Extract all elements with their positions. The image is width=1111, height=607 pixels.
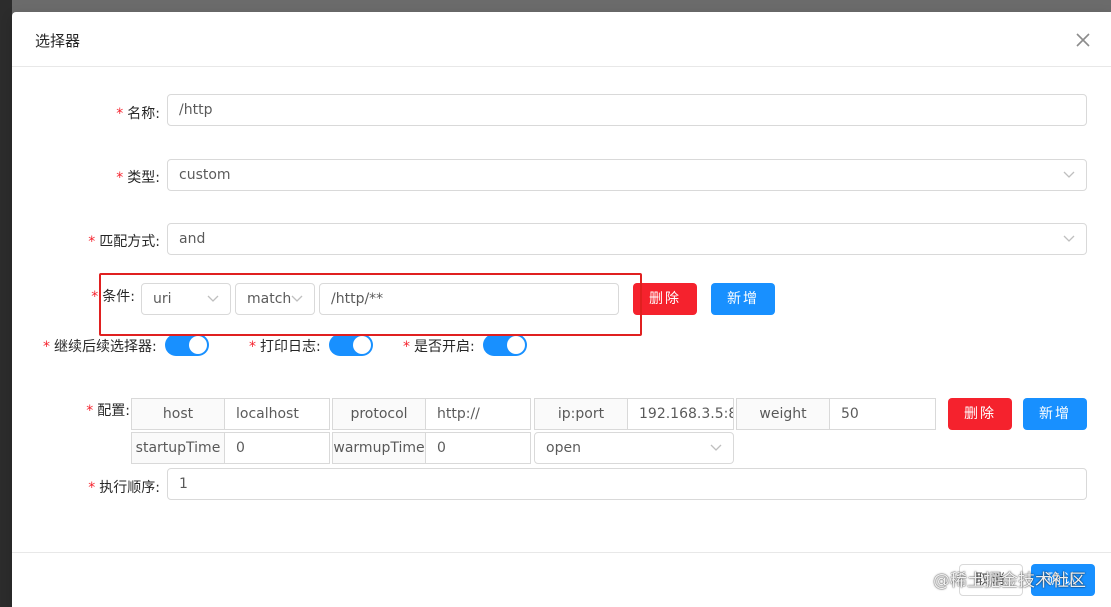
ipport-field[interactable]: ip:port 192.168.3.5:8 xyxy=(534,398,734,430)
selector-modal: 选择器 * 名称: /http * 类型: custom * 匹配方式: and * 条… xyxy=(12,12,1111,607)
status-select[interactable]: open xyxy=(534,432,734,464)
background-sidebar xyxy=(0,0,12,607)
watermark: @稀土掘金技术社区 xyxy=(933,571,1086,591)
warmup-time-value: 0 xyxy=(437,440,446,456)
config-delete-button[interactable]: 删除 xyxy=(948,398,1012,430)
log-label: * 打印日志: xyxy=(249,339,321,355)
sort-input[interactable]: 1 xyxy=(167,468,1087,500)
log-switch[interactable] xyxy=(329,334,373,356)
switch-knob xyxy=(353,336,371,354)
enabled-switch[interactable] xyxy=(483,334,527,356)
protocol-addon: protocol xyxy=(333,399,426,429)
highlight-box xyxy=(99,273,642,336)
ipport-value: 192.168.3.5:8 xyxy=(639,406,734,422)
startup-time-field[interactable]: startupTime 0 xyxy=(131,432,330,464)
startup-time-value: 0 xyxy=(236,440,245,456)
host-addon: host xyxy=(132,399,225,429)
weight-value: 50 xyxy=(841,406,859,422)
weight-addon: weight xyxy=(737,399,830,429)
close-icon[interactable] xyxy=(1075,32,1091,48)
host-value: localhost xyxy=(236,406,299,422)
type-select[interactable]: custom xyxy=(167,159,1087,191)
protocol-field[interactable]: protocol http:// xyxy=(332,398,531,430)
ipport-addon: ip:port xyxy=(535,399,628,429)
modal-header: 选择器 xyxy=(12,12,1111,67)
sort-label: * 执行顺序: xyxy=(88,480,160,496)
name-label: * 名称: xyxy=(116,106,160,122)
modal-title: 选择器 xyxy=(35,32,81,50)
protocol-value: http:// xyxy=(437,406,480,422)
name-input[interactable]: /http xyxy=(167,94,1087,126)
chevron-down-icon xyxy=(1063,171,1075,178)
enabled-label: * 是否开启: xyxy=(403,339,475,355)
switch-knob xyxy=(507,336,525,354)
config-add-button[interactable]: 新增 xyxy=(1023,398,1087,430)
warmup-time-field[interactable]: warmupTime 0 xyxy=(332,432,531,464)
continue-label: * 继续后续选择器: xyxy=(43,339,157,355)
host-field[interactable]: host localhost xyxy=(131,398,330,430)
warmup-time-addon: warmupTime xyxy=(333,433,426,463)
config-label: * 配置: xyxy=(86,403,130,419)
condition-delete-button[interactable]: 删除 xyxy=(633,283,697,315)
condition-add-button[interactable]: 新增 xyxy=(711,283,775,315)
switch-knob xyxy=(189,336,207,354)
match-mode-select[interactable]: and xyxy=(167,223,1087,255)
continue-switch[interactable] xyxy=(165,334,209,356)
match-mode-label: * 匹配方式: xyxy=(88,234,160,250)
chevron-down-icon xyxy=(710,444,722,451)
weight-field[interactable]: weight 50 xyxy=(736,398,936,430)
type-label: * 类型: xyxy=(116,170,160,186)
chevron-down-icon xyxy=(1063,235,1075,242)
startup-time-addon: startupTime xyxy=(132,433,225,463)
footer-divider xyxy=(12,552,1111,553)
